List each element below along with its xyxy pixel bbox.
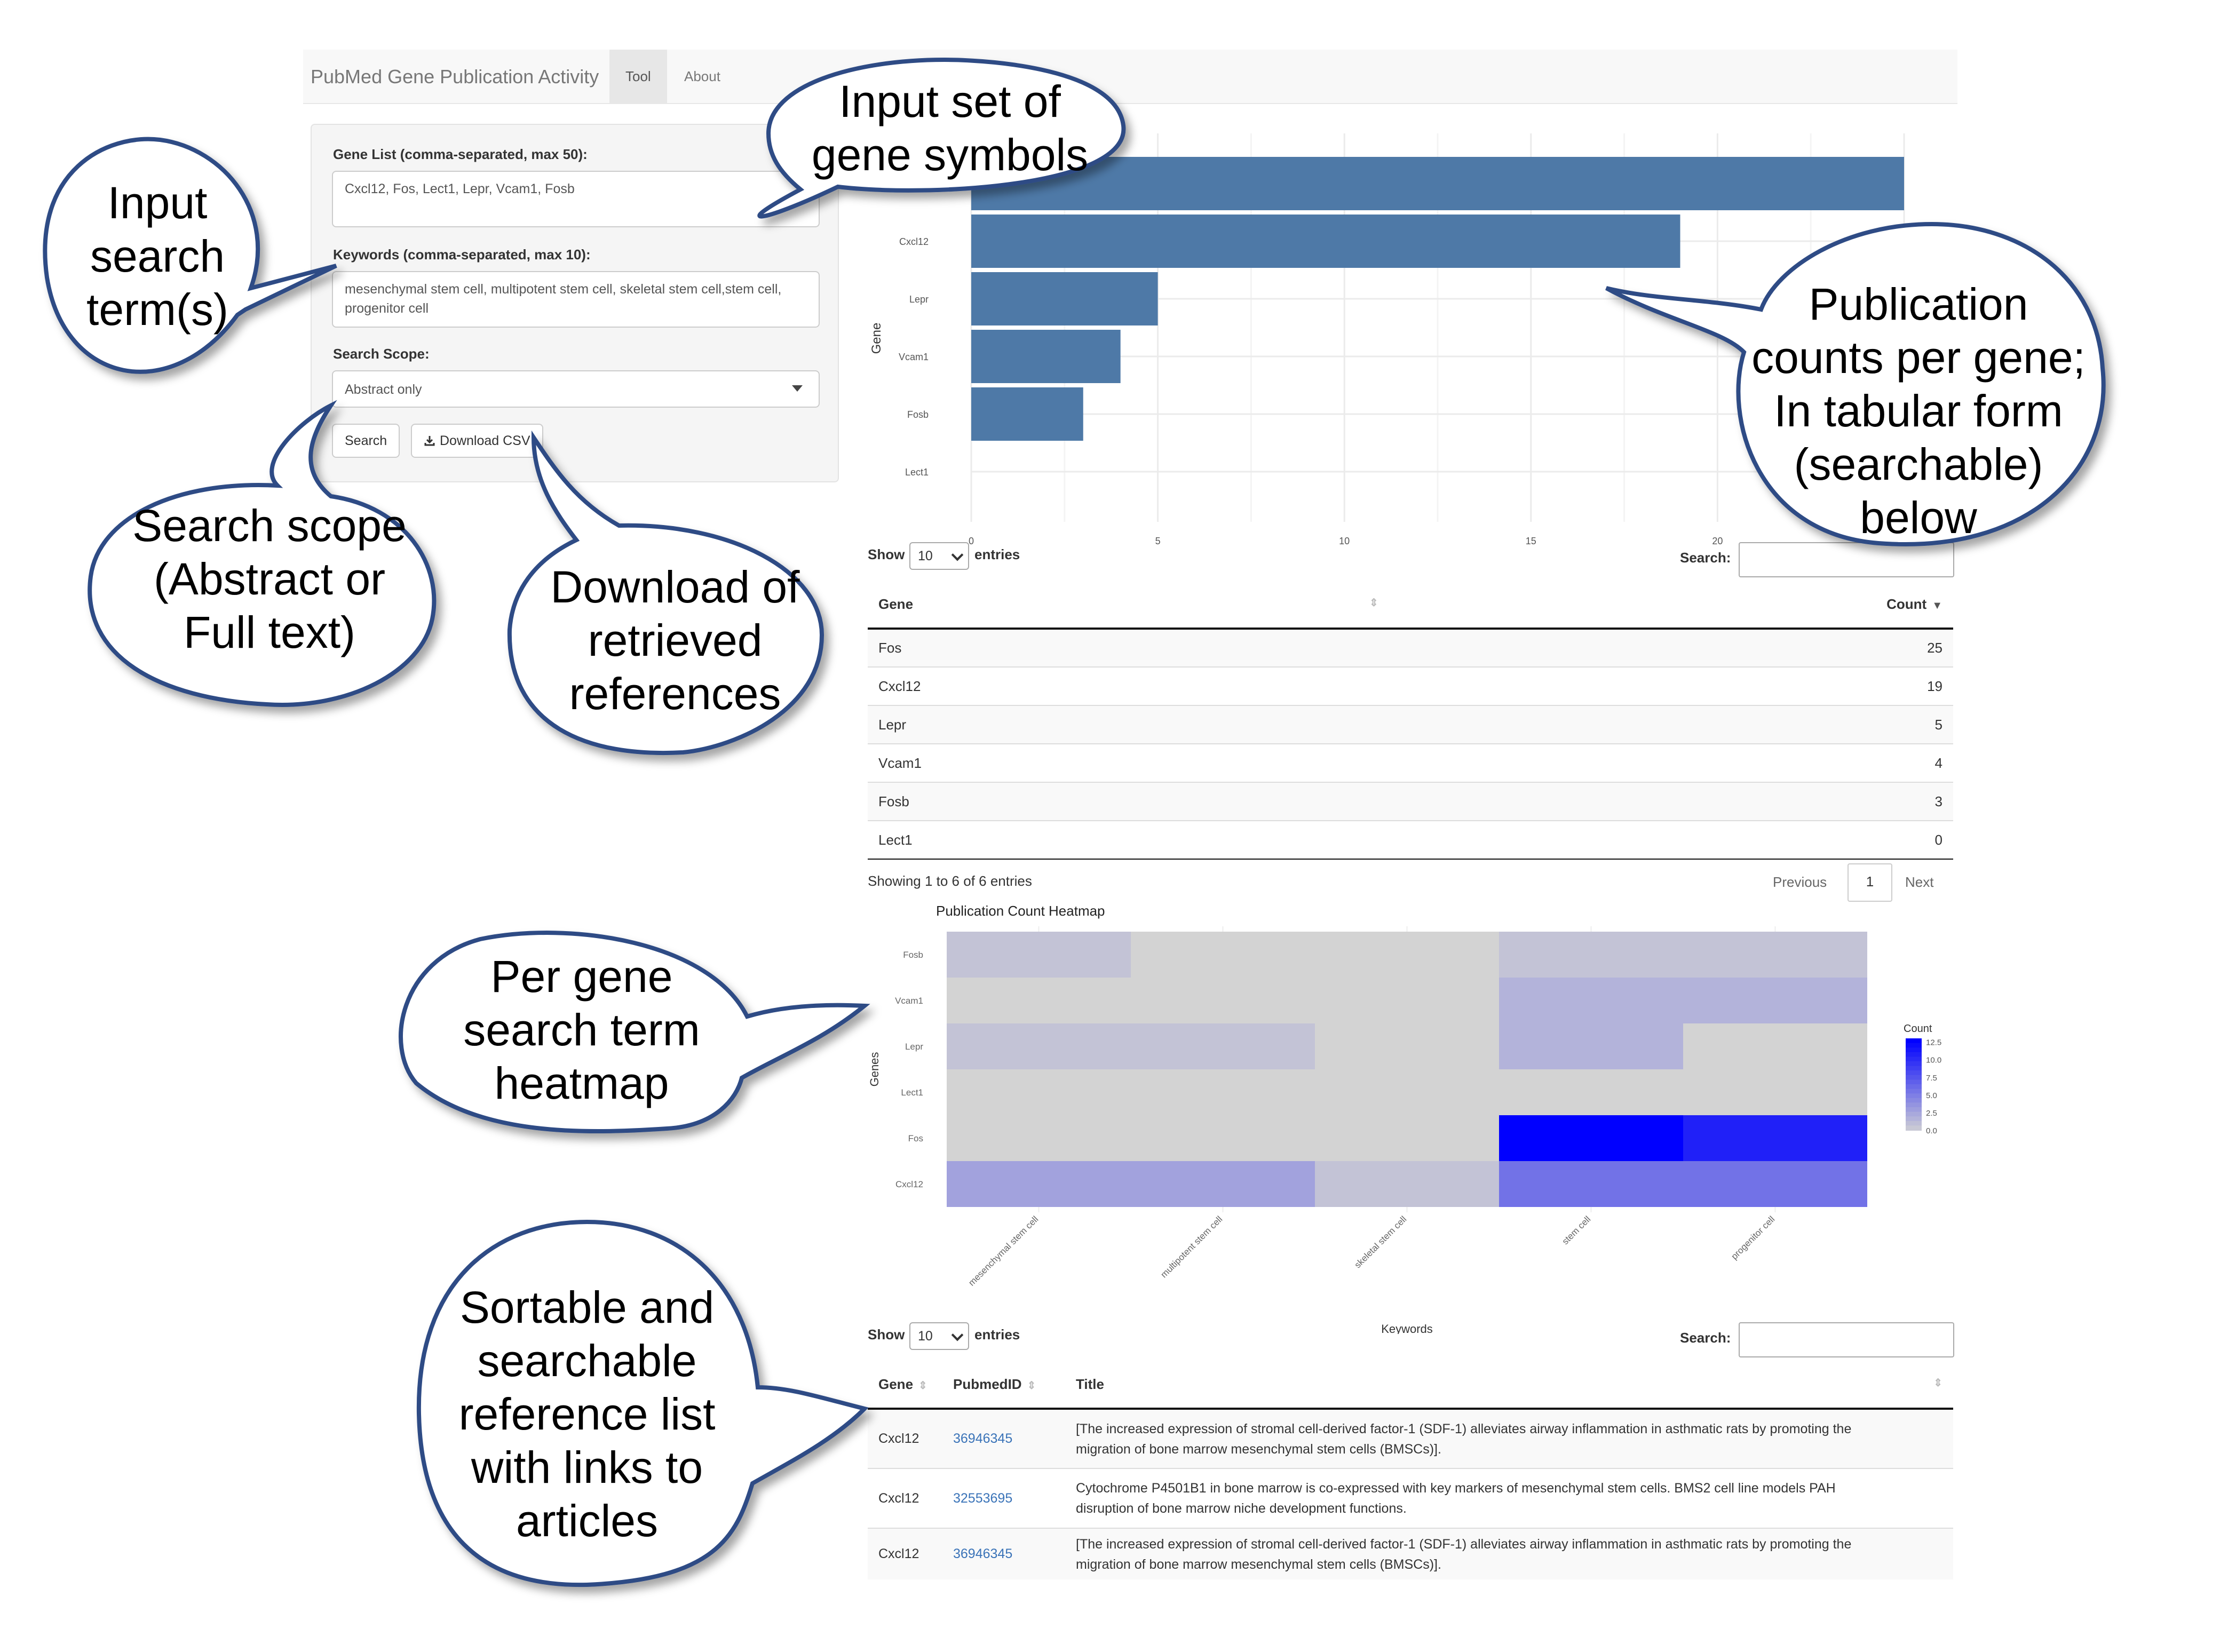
callout-layer — [43, 57, 2106, 1587]
callout-search-terms: Input search term(s) — [86, 178, 228, 335]
callout-reference-list: Sortable and searchable reference list with… — [458, 1282, 716, 1546]
callout-gene-symbols: Input set of gene symbols — [811, 76, 1089, 180]
callout-publication-counts: Publication counts per gene; In tabular fo… — [1751, 279, 2086, 543]
callout-heatmap: Per gene search term heatmap — [463, 951, 700, 1108]
callout-search-scope: Search scope (Abstract or Full text) — [132, 501, 407, 657]
callout-download: Download of retrieved references — [550, 562, 800, 719]
